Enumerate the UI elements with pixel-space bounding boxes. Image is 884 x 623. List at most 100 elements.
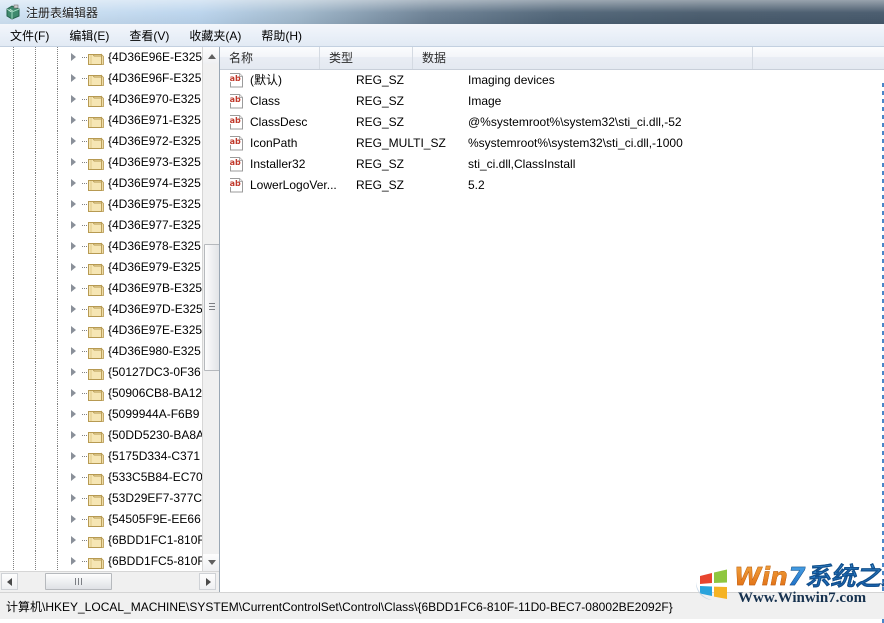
expand-arrow-icon[interactable]	[70, 557, 79, 566]
tree-item[interactable]: {4D36E97E-E325	[0, 320, 203, 341]
column-header-type[interactable]: 类型	[320, 47, 413, 69]
expand-arrow-icon[interactable]	[70, 347, 79, 356]
scroll-left-arrow-icon[interactable]	[1, 573, 18, 590]
tree-item[interactable]: {4D36E97B-E325	[0, 278, 203, 299]
tree-item[interactable]: {4D36E977-E325	[0, 215, 203, 236]
folder-icon	[88, 345, 104, 358]
tree-item[interactable]: {4D36E979-E325	[0, 257, 203, 278]
tree-item[interactable]: {4D36E973-E325	[0, 152, 203, 173]
menu-help[interactable]: 帮助(H)	[252, 25, 311, 46]
tree-guide-line	[35, 446, 36, 467]
expand-arrow-icon[interactable]	[70, 74, 79, 83]
expand-arrow-icon[interactable]	[70, 305, 79, 314]
expand-arrow-icon[interactable]	[70, 116, 79, 125]
tree-item[interactable]: {50127DC3-0F36	[0, 362, 203, 383]
scroll-down-arrow-icon[interactable]	[203, 554, 219, 571]
status-bar: 计算机\HKEY_LOCAL_MACHINE\SYSTEM\CurrentCon…	[0, 592, 884, 619]
expand-arrow-icon[interactable]	[70, 200, 79, 209]
tree-vertical-scrollbar[interactable]	[202, 47, 219, 571]
expand-arrow-icon[interactable]	[70, 95, 79, 104]
tree-guide-line	[35, 404, 36, 425]
tree-hscroll-thumb[interactable]	[45, 573, 112, 590]
tree-guide-line	[13, 404, 14, 425]
tree-guide-line	[13, 131, 14, 152]
tree-item[interactable]: {5099944A-F6B9	[0, 404, 203, 425]
menu-edit[interactable]: 编辑(E)	[60, 25, 118, 46]
tree-item[interactable]: {4D36E97D-E325	[0, 299, 203, 320]
tree-guide-line	[13, 530, 14, 551]
column-header-data[interactable]: 数据	[413, 47, 753, 69]
tree-item[interactable]: {50906CB8-BA12	[0, 383, 203, 404]
folder-icon	[88, 555, 104, 568]
value-row[interactable]: ab(默认)REG_SZImaging devices	[220, 70, 884, 91]
title-bar-gloss	[0, 0, 884, 24]
expand-arrow-icon[interactable]	[70, 263, 79, 272]
list-body[interactable]: ab(默认)REG_SZImaging devicesabClassREG_SZ…	[220, 70, 884, 592]
tree-guide-line	[13, 68, 14, 89]
value-row[interactable]: abInstaller32REG_SZsti_ci.dll,ClassInsta…	[220, 154, 884, 175]
value-row[interactable]: abClassDescREG_SZ@%systemroot%\system32\…	[220, 112, 884, 133]
tree-vscroll-thumb[interactable]	[204, 244, 220, 371]
tree-item[interactable]: {533C5B84-EC70	[0, 467, 203, 488]
tree-item[interactable]: {6BDD1FC5-810F	[0, 551, 203, 571]
expand-arrow-icon[interactable]	[70, 158, 79, 167]
expand-arrow-icon[interactable]	[70, 515, 79, 524]
expand-arrow-icon[interactable]	[70, 53, 79, 62]
tree-guide-line	[35, 173, 36, 194]
tree-item[interactable]: {4D36E971-E325	[0, 110, 203, 131]
expand-arrow-icon[interactable]	[70, 536, 79, 545]
registry-values-pane[interactable]: 名称 类型 数据 ab(默认)REG_SZImaging devicesabCl…	[220, 47, 884, 592]
tree-item[interactable]: {4D36E974-E325	[0, 173, 203, 194]
tree-guide-line	[13, 320, 14, 341]
menu-view[interactable]: 查看(V)	[120, 25, 178, 46]
folder-icon	[88, 471, 104, 484]
expand-arrow-icon[interactable]	[70, 389, 79, 398]
tree-item-label: {50127DC3-0F36	[108, 362, 201, 383]
tree-horizontal-scrollbar[interactable]	[0, 571, 219, 592]
value-row[interactable]: abIconPathREG_MULTI_SZ%systemroot%\syste…	[220, 133, 884, 154]
tree-item[interactable]: {4D36E972-E325	[0, 131, 203, 152]
tree-item[interactable]: {53D29EF7-377C	[0, 488, 203, 509]
tree-item[interactable]: {4D36E96E-E325	[0, 47, 203, 68]
expand-arrow-icon[interactable]	[70, 242, 79, 251]
tree-item[interactable]: {4D36E96F-E325	[0, 68, 203, 89]
value-name: Class	[250, 91, 280, 112]
expand-arrow-icon[interactable]	[70, 410, 79, 419]
registry-tree-pane[interactable]: {4D36E96E-E325{4D36E96F-E325{4D36E970-E3…	[0, 47, 220, 592]
menu-file[interactable]: 文件(F)	[1, 25, 58, 46]
scroll-right-arrow-icon[interactable]	[199, 573, 216, 590]
expand-arrow-icon[interactable]	[70, 473, 79, 482]
tree-item[interactable]: {4D36E970-E325	[0, 89, 203, 110]
tree-item-label: {4D36E978-E325	[108, 236, 201, 257]
expand-arrow-icon[interactable]	[70, 326, 79, 335]
value-type: REG_MULTI_SZ	[356, 133, 446, 154]
expand-arrow-icon[interactable]	[70, 431, 79, 440]
tree-item[interactable]: {4D36E978-E325	[0, 236, 203, 257]
tree-guide-line	[13, 236, 14, 257]
expand-arrow-icon[interactable]	[70, 137, 79, 146]
folder-icon	[88, 387, 104, 400]
column-header-name[interactable]: 名称	[220, 47, 320, 69]
tree-item[interactable]: {4D36E980-E325	[0, 341, 203, 362]
tree-guide-line	[13, 341, 14, 362]
expand-arrow-icon[interactable]	[70, 452, 79, 461]
tree-guide-line	[35, 320, 36, 341]
tree-guide-line	[35, 299, 36, 320]
tree-item[interactable]: {5175D334-C371	[0, 446, 203, 467]
tree-item[interactable]: {50DD5230-BA8A	[0, 425, 203, 446]
value-row[interactable]: abClassREG_SZImage	[220, 91, 884, 112]
title-bar[interactable]: 注册表编辑器	[0, 0, 884, 24]
expand-arrow-icon[interactable]	[70, 284, 79, 293]
expand-arrow-icon[interactable]	[70, 494, 79, 503]
tree-item[interactable]: {54505F9E-EE66	[0, 509, 203, 530]
scroll-up-arrow-icon[interactable]	[203, 47, 219, 64]
menu-favorites[interactable]: 收藏夹(A)	[180, 25, 250, 46]
tree-item[interactable]: {6BDD1FC1-810F	[0, 530, 203, 551]
expand-arrow-icon[interactable]	[70, 179, 79, 188]
tree-guide-line	[57, 509, 58, 530]
value-row[interactable]: abLowerLogoVer...REG_SZ5.2	[220, 175, 884, 196]
registry-tree[interactable]: {4D36E96E-E325{4D36E96F-E325{4D36E970-E3…	[0, 47, 203, 571]
expand-arrow-icon[interactable]	[70, 221, 79, 230]
expand-arrow-icon[interactable]	[70, 368, 79, 377]
tree-item[interactable]: {4D36E975-E325	[0, 194, 203, 215]
